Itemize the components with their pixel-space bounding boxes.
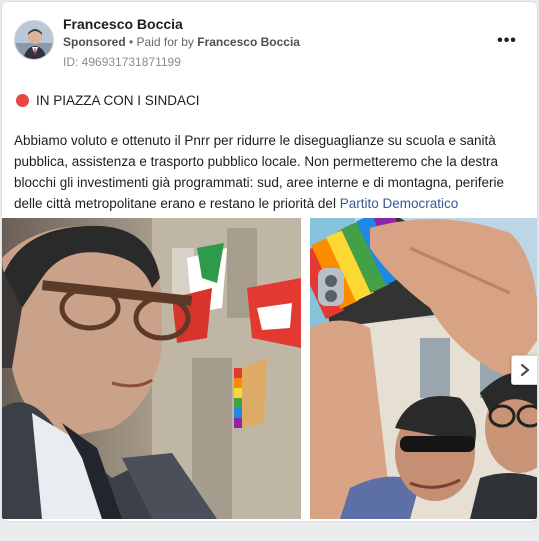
- paid-for-prefix: • Paid for by: [125, 35, 198, 49]
- sponsored-line: Sponsored • Paid for by Francesco Boccia: [63, 35, 300, 49]
- ad-id: ID: 496931731871199: [63, 55, 181, 69]
- carousel-image-2[interactable]: [310, 218, 537, 519]
- post-body: Abbiamo voluto e ottenuto il Pnrr per ri…: [14, 130, 529, 214]
- page-name[interactable]: Francesco Boccia: [63, 16, 183, 32]
- partito-democratico-link[interactable]: Partito Democratico: [340, 196, 459, 211]
- red-circle-icon: [16, 94, 29, 107]
- carousel-image-1[interactable]: [2, 218, 301, 519]
- post-headline: IN PIAZZA CON I SINDACI: [16, 93, 200, 108]
- chevron-right-icon: [520, 363, 530, 377]
- headline-text: IN PIAZZA CON I SINDACI: [36, 93, 200, 108]
- post-header: Francesco Boccia Sponsored • Paid for by…: [2, 2, 537, 82]
- ad-card: Francesco Boccia Sponsored • Paid for by…: [1, 1, 538, 522]
- paid-for-name: Francesco Boccia: [197, 35, 300, 49]
- carousel-next-button[interactable]: [511, 355, 537, 385]
- page-avatar[interactable]: [14, 20, 54, 60]
- sponsored-label: Sponsored: [63, 35, 126, 49]
- image-carousel: [2, 218, 537, 519]
- more-options-icon[interactable]: •••: [495, 32, 519, 50]
